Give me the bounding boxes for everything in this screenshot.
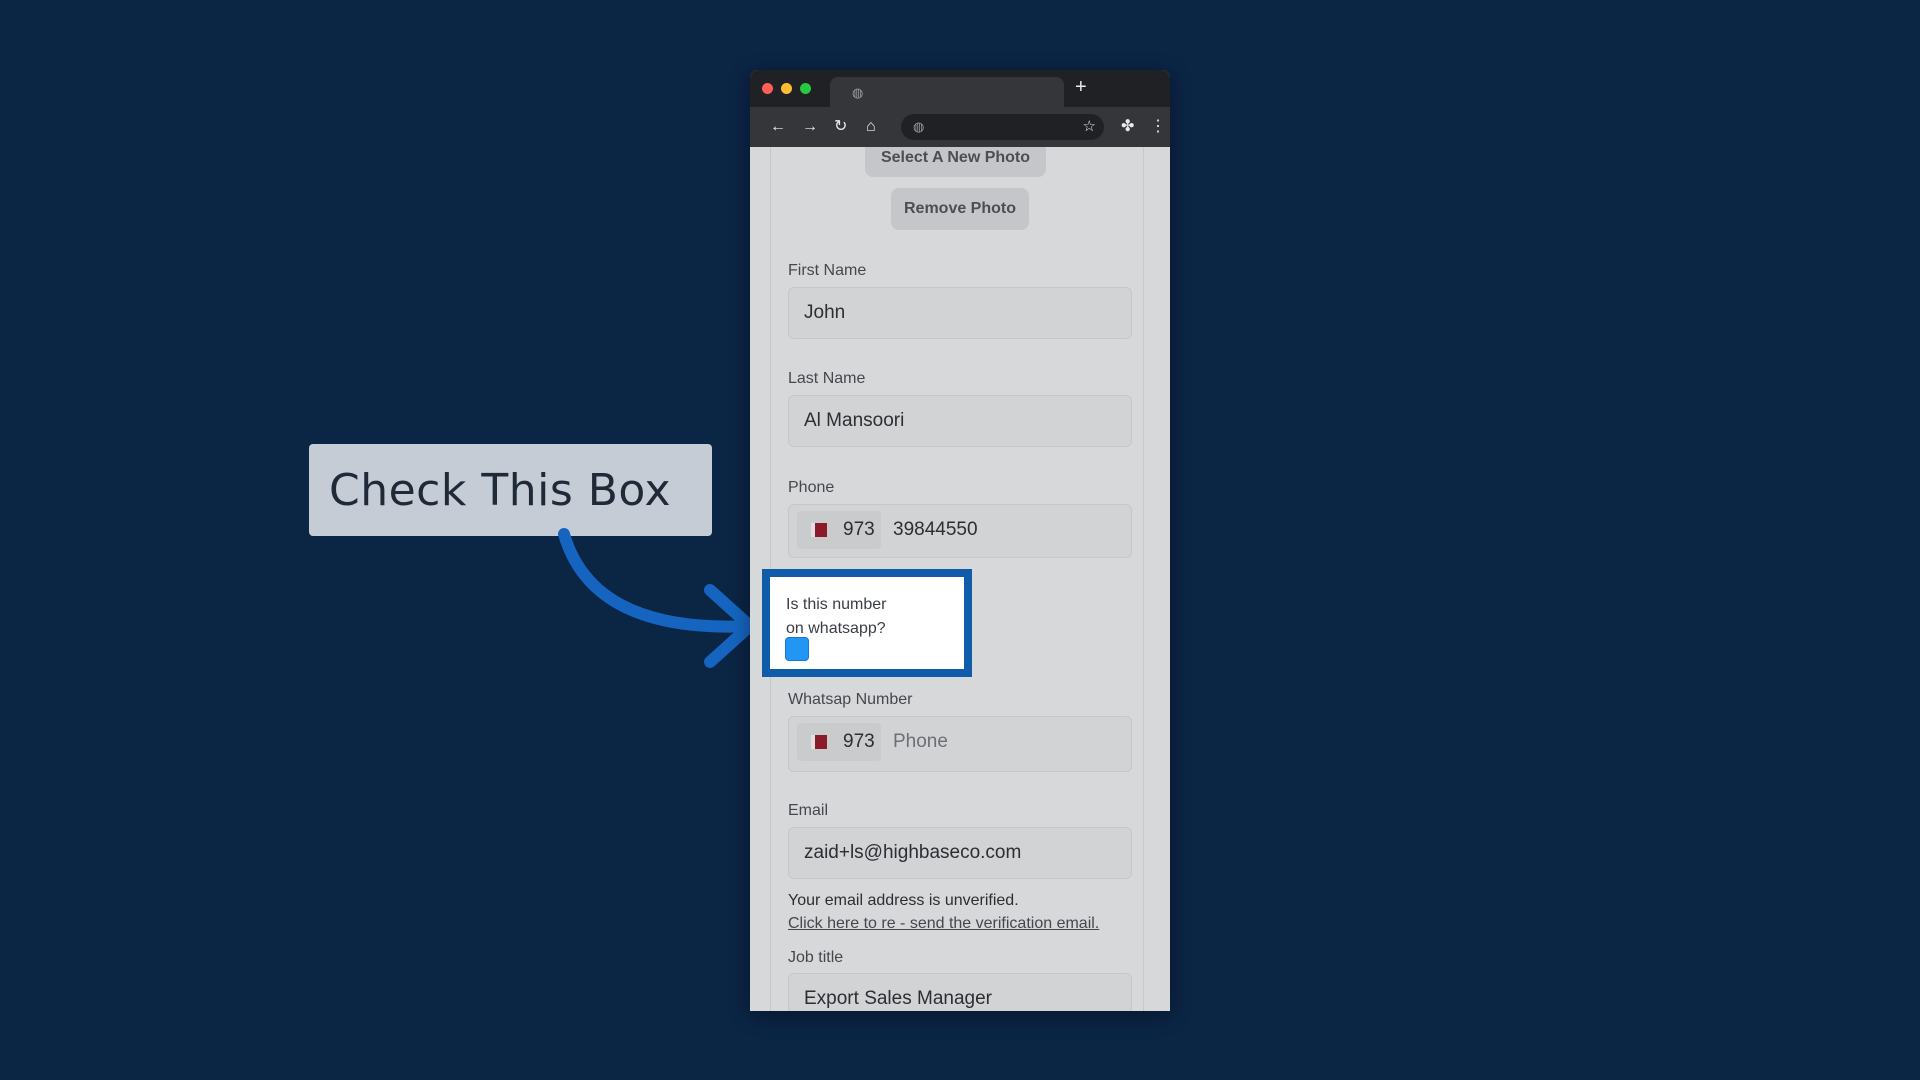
remove-photo-button[interactable]: Remove Photo [891, 188, 1029, 230]
bahrain-flag-icon [811, 735, 827, 749]
first-name-label: First Name [788, 262, 867, 279]
whatsapp-number-field[interactable]: 973 Phone [788, 716, 1132, 772]
whatsapp-country-code-selector[interactable]: 973 [797, 723, 881, 761]
email-unverified-note: Your email address is unverified. [788, 892, 1019, 909]
first-name-field[interactable]: John [788, 287, 1132, 339]
address-bar[interactable]: ◍ ☆ [901, 114, 1104, 140]
whatsapp-question-line2: on whatsapp? [786, 620, 886, 637]
whatsapp-checkbox-panel: Is this number on whatsapp? [770, 577, 964, 669]
menu-icon[interactable]: ⋮ [1150, 117, 1166, 137]
tab-bar: ◍ + [750, 70, 1170, 107]
extensions-icon[interactable]: ✤ [1121, 117, 1134, 137]
home-icon[interactable]: ⌂ [866, 117, 876, 137]
whatsapp-question: Is this number on whatsapp? [786, 593, 936, 641]
last-name-field[interactable]: Al Mansoori [788, 395, 1132, 447]
globe-icon: ◍ [913, 119, 925, 134]
forward-icon[interactable]: → [802, 117, 818, 137]
globe-icon: ◍ [852, 85, 864, 100]
whatsapp-country-code: 973 [843, 731, 875, 752]
browser-toolbar: ← → ↻ ⌂ ◍ ☆ ✤ ⋮ [750, 107, 1170, 147]
back-icon[interactable]: ← [770, 117, 786, 137]
whatsapp-highlight-box: Is this number on whatsapp? [762, 569, 972, 677]
email-label: Email [788, 802, 829, 819]
star-icon[interactable]: ☆ [1083, 117, 1096, 135]
callout-text: Check This Box [329, 464, 672, 516]
browser-window: ◍ + ← → ↻ ⌂ ◍ ☆ ✤ ⋮ Select A New Photo R… [750, 70, 1170, 1011]
reload-icon[interactable]: ↻ [834, 117, 847, 137]
email-field[interactable]: zaid+ls@highbaseco.com [788, 827, 1132, 879]
pointer-arrow-icon [558, 528, 756, 668]
whatsapp-number-label: Whatsap Number [788, 691, 913, 708]
phone-number-value: 39844550 [893, 519, 978, 540]
whatsapp-question-line1: Is this number [786, 596, 887, 613]
last-name-label: Last Name [788, 370, 866, 387]
country-code-selector[interactable]: 973 [797, 511, 881, 549]
select-photo-button[interactable]: Select A New Photo [865, 147, 1046, 177]
job-title-field[interactable]: Export Sales Manager [788, 973, 1132, 1011]
minimize-window-button[interactable] [781, 83, 792, 94]
close-window-button[interactable] [762, 83, 773, 94]
bahrain-flag-icon [811, 523, 827, 537]
job-title-label: Job title [788, 949, 844, 966]
phone-label: Phone [788, 479, 835, 496]
country-code: 973 [843, 519, 875, 540]
whatsapp-checkbox[interactable] [785, 637, 809, 661]
phone-field[interactable]: 973 39844550 [788, 504, 1132, 558]
whatsapp-number-placeholder: Phone [893, 731, 948, 752]
maximize-window-button[interactable] [800, 83, 811, 94]
browser-tab[interactable]: ◍ [830, 77, 1064, 107]
resend-verification-link[interactable]: Click here to re - send the verification… [788, 915, 1099, 933]
new-tab-button[interactable]: + [1075, 76, 1087, 99]
